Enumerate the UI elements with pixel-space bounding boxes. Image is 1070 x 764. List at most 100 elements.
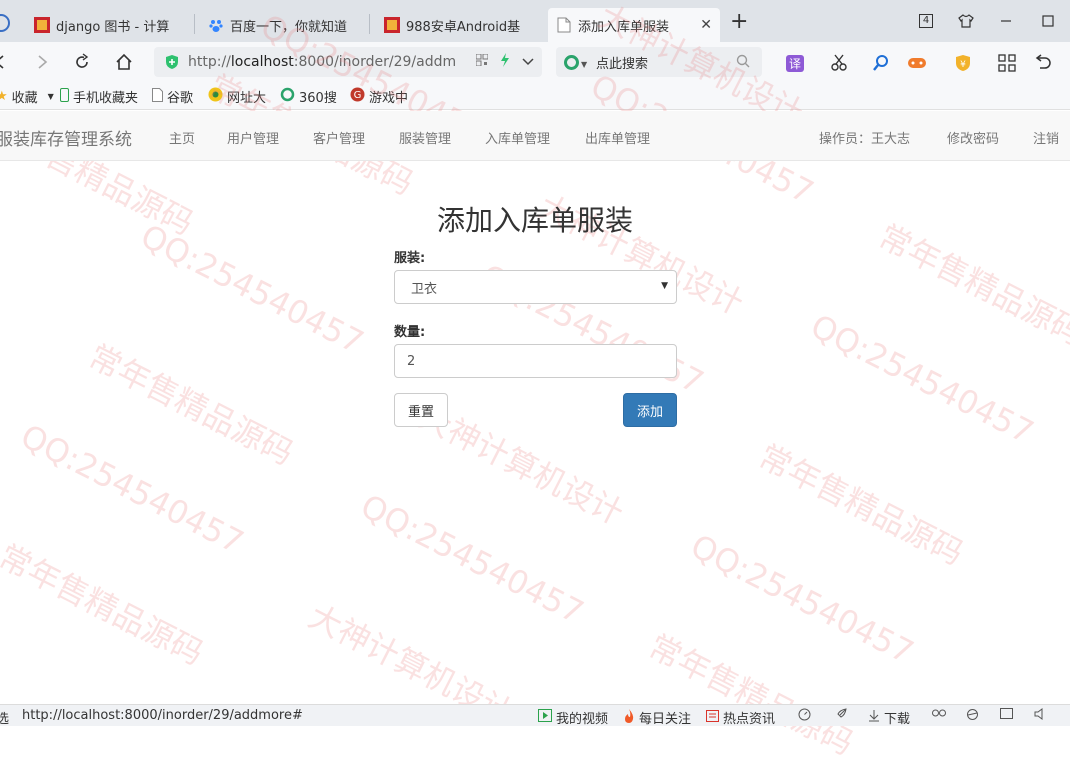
tab-label: 添加入库单服装 — [578, 19, 670, 35]
nav-change-password[interactable]: 修改密码 — [947, 128, 999, 147]
app-brand[interactable]: 服装库存管理系统 — [0, 125, 132, 150]
status-url: http://localhost:8000/inorder/29/addmore… — [22, 708, 303, 723]
game-controller-icon[interactable] — [906, 52, 928, 74]
nav-user-management[interactable]: 用户管理 — [227, 128, 279, 147]
browser-logo-icon[interactable] — [0, 14, 10, 32]
maximize-icon[interactable] — [1038, 12, 1058, 30]
operator-label: 操作员：王大志 — [819, 132, 911, 147]
clothing-select[interactable]: 卫衣 ▼ — [394, 270, 677, 304]
svg-text:¥: ¥ — [960, 60, 966, 70]
bookmark-mobile[interactable]: 手机收藏夹 — [60, 87, 138, 106]
quantity-label: 数量: — [394, 325, 426, 340]
tab-label: 988安卓Android基 — [406, 19, 521, 35]
games-g-icon: G — [350, 87, 365, 106]
tab-separator — [194, 14, 195, 34]
lightning-icon[interactable] — [500, 53, 510, 70]
app-navbar: 服装库存管理系统 主页 用户管理 客户管理 服装管理 入库单管理 出库单管理 操… — [0, 111, 1070, 161]
watermark-text: QQ:254540457 — [354, 486, 590, 632]
tab-label: 百度一下，你就知道 — [230, 19, 348, 35]
status-glasses-icon[interactable] — [932, 708, 946, 718]
dropdown-caret-icon: ▼ — [47, 92, 54, 101]
tab-separator — [369, 14, 370, 34]
dropdown-chevron-icon[interactable] — [522, 55, 534, 69]
bookmark-google[interactable]: 谷歌 — [152, 87, 193, 106]
qr-code-icon[interactable] — [475, 53, 489, 69]
tab-label: django 图书 - 计算 — [56, 19, 170, 35]
clothing-selected-value: 卫衣 — [411, 281, 438, 297]
magnifier-tool-icon[interactable] — [870, 52, 892, 74]
search-input[interactable]: ▼ 点此搜索 — [556, 47, 762, 77]
page-icon — [152, 87, 163, 106]
new-tab-plus-icon[interactable]: + — [730, 11, 748, 33]
url-bar[interactable]: http://localhost:8000/inorder/29/addm — [154, 47, 542, 77]
forward-arrow-icon[interactable] — [30, 50, 54, 74]
status-rocket-icon[interactable] — [834, 708, 847, 721]
back-arrow-icon[interactable] — [0, 50, 12, 74]
phone-icon — [60, 87, 69, 106]
browser-status-bar: 选 http://localhost:8000/inorder/29/addmo… — [0, 704, 1070, 727]
page-title: 添加入库单服装 — [436, 204, 633, 237]
news-icon — [706, 709, 719, 726]
add-button[interactable]: 添加 — [623, 393, 677, 427]
search-icon[interactable] — [736, 54, 750, 72]
reload-icon[interactable] — [70, 50, 94, 74]
nav-outorder-management[interactable]: 出库单管理 — [585, 128, 650, 147]
status-left-text: 选 — [0, 712, 10, 727]
search-engine-caret-icon[interactable]: ▼ — [581, 60, 587, 69]
tab-baidu[interactable]: 百度一下，你就知道 — [200, 8, 366, 42]
translate-icon[interactable]: 译 — [784, 52, 806, 74]
svg-text:G: G — [354, 90, 362, 101]
nav-home[interactable]: 主页 — [169, 128, 195, 147]
tab-988-android[interactable]: 988安卓Android基 — [376, 8, 536, 42]
watermark-text: 常年售精品源码 — [82, 337, 300, 473]
tab-count-badge[interactable]: 4 — [916, 12, 936, 30]
site-favicon-icon — [34, 17, 50, 33]
bookmarks-bar: ★ 收藏 ▼ 手机收藏夹 谷歌 网址大 360搜 G 游戏中 — [0, 82, 1070, 110]
video-play-icon — [538, 709, 552, 726]
nav-inorder-management[interactable]: 入库单管理 — [485, 128, 550, 147]
watermark-text: QQ:254540457 — [684, 526, 920, 672]
star-icon: ★ — [0, 89, 8, 104]
bookmark-360-search[interactable]: 360搜 — [280, 87, 337, 106]
coin-shield-icon[interactable]: ¥ — [952, 52, 974, 74]
status-daily-focus[interactable]: 每日关注 — [623, 708, 691, 727]
url-prefix: http:// — [188, 54, 231, 70]
home-icon[interactable] — [112, 50, 136, 74]
status-ie-icon[interactable] — [966, 708, 979, 721]
watermark-text: QQ:254540457 — [14, 416, 250, 562]
quantity-input[interactable]: 2 — [394, 344, 677, 378]
tab-close-icon[interactable]: ✕ — [700, 17, 712, 33]
browser-address-bar: http://localhost:8000/inorder/29/addm ▼ … — [0, 42, 1070, 82]
nav-logout[interactable]: 注销 — [1033, 128, 1059, 147]
select-caret-icon: ▼ — [661, 281, 668, 291]
status-my-video[interactable]: 我的视频 — [538, 708, 608, 727]
scissors-icon[interactable] — [828, 52, 850, 74]
url-guide-icon — [208, 87, 223, 106]
status-speed-icon[interactable] — [798, 708, 811, 721]
minimize-icon[interactable] — [996, 12, 1016, 30]
apps-grid-icon[interactable] — [996, 52, 1018, 74]
tab-active-add-inorder[interactable]: 添加入库单服装 ✕ — [548, 8, 720, 42]
status-window-icon[interactable] — [1000, 708, 1013, 720]
bookmark-url-guide[interactable]: 网址大 — [208, 87, 266, 106]
nav-customer-management[interactable]: 客户管理 — [313, 128, 365, 147]
bookmark-games[interactable]: G 游戏中 — [350, 87, 408, 106]
status-hot-news[interactable]: 热点资讯 — [706, 708, 775, 727]
status-volume-icon[interactable] — [1034, 708, 1047, 720]
bookmark-favorites[interactable]: ★ 收藏 ▼ — [0, 87, 54, 106]
url-rest: :8000/inorder/29/addm — [293, 54, 457, 70]
search-placeholder: 点此搜索 — [596, 56, 649, 72]
undo-icon[interactable] — [1032, 52, 1054, 74]
status-download[interactable]: 下载 — [868, 708, 910, 727]
nav-clothing-management[interactable]: 服装管理 — [399, 128, 451, 147]
clothing-label: 服装: — [394, 251, 426, 266]
watermark-text: 常年售精品源码 — [752, 437, 970, 573]
watermark-text: QQ:254540457 — [804, 306, 1040, 452]
search-engine-logo-icon — [564, 55, 579, 70]
reset-button[interactable]: 重置 — [394, 393, 448, 427]
watermark-text: 常年售精品源码 — [642, 627, 860, 763]
quantity-value: 2 — [407, 353, 416, 369]
flame-icon — [623, 708, 635, 727]
tab-django[interactable]: django 图书 - 计算 — [26, 8, 190, 42]
skin-shirt-icon[interactable] — [956, 12, 976, 30]
